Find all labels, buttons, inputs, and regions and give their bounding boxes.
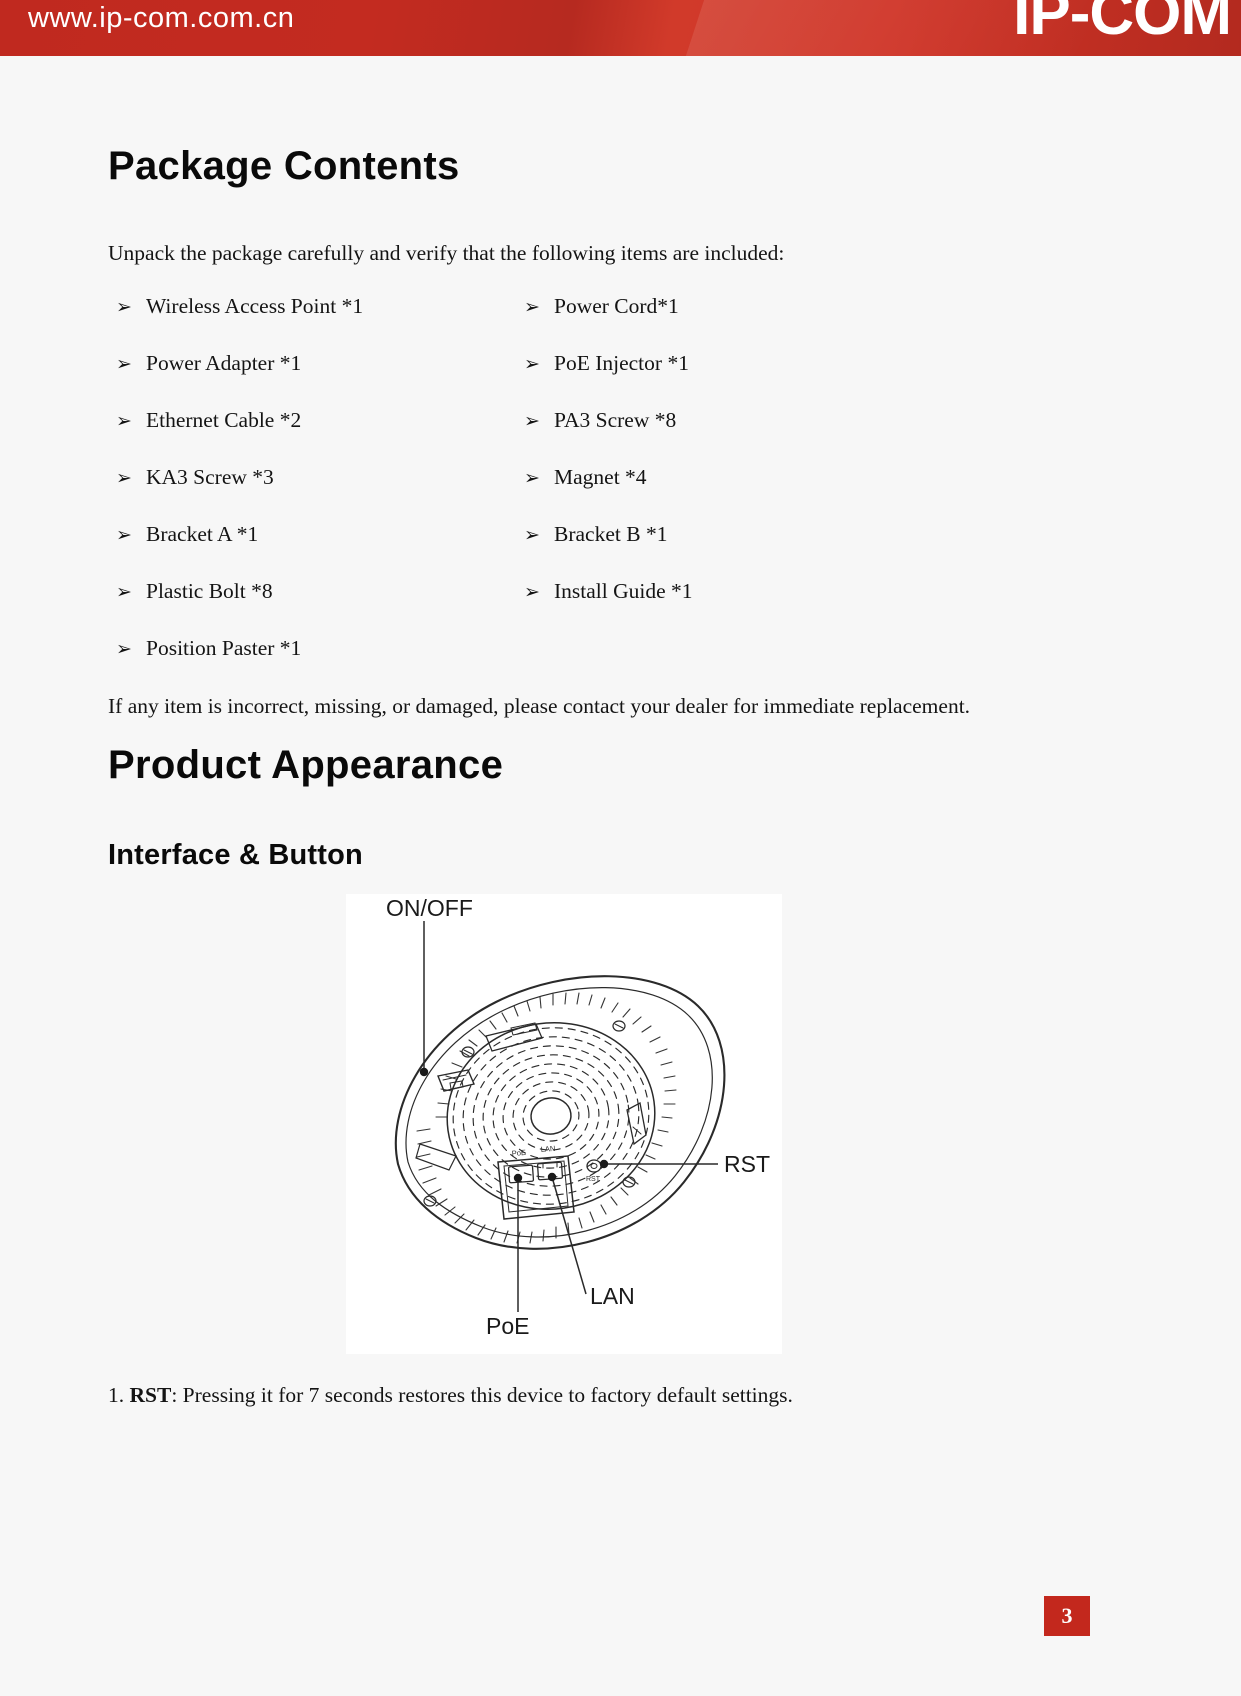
arrow-bullet-icon: ➢ [116, 524, 132, 546]
list-item: ➢ Wireless Access Point *1 [116, 294, 536, 351]
note-rst: 1. RST: Pressing it for 7 seconds restor… [108, 1383, 793, 1408]
list-item-label: Install Guide *1 [554, 579, 693, 603]
list-item: ➢ PA3 Screw *8 [524, 408, 944, 465]
list-item: ➢ Bracket B *1 [524, 522, 944, 579]
list-item: ➢ Position Paster *1 [116, 636, 536, 693]
list-item: ➢ Power Cord*1 [524, 294, 944, 351]
list-item: ➢ KA3 Screw *3 [116, 465, 536, 522]
note-number: 1. [108, 1383, 125, 1407]
list-item: ➢ Plastic Bolt *8 [116, 579, 536, 636]
list-item-label: Bracket A *1 [146, 522, 259, 546]
arrow-bullet-icon: ➢ [524, 296, 540, 318]
list-item-label: Wireless Access Point *1 [146, 294, 364, 318]
paragraph-replacement-notice: If any item is incorrect, missing, or da… [108, 694, 971, 718]
callout-label-on-off: ON/OFF [386, 895, 473, 921]
note-text: : Pressing it for 7 seconds restores thi… [171, 1383, 793, 1407]
package-items-right-column: ➢ Power Cord*1 ➢ PoE Injector *1 ➢ PA3 S… [524, 294, 944, 636]
heading-product-appearance: Product Appearance [108, 743, 504, 787]
arrow-bullet-icon: ➢ [116, 353, 132, 375]
device-label-rst: RST [586, 1176, 601, 1183]
list-item-label: Magnet *4 [554, 465, 647, 489]
header-website-url: www.ip-com.com.cn [28, 2, 295, 34]
list-item: ➢ Install Guide *1 [524, 579, 944, 636]
list-item-label: KA3 Screw *3 [146, 465, 274, 489]
callout-label-lan: LAN [590, 1283, 635, 1309]
list-item: ➢ Power Adapter *1 [116, 351, 536, 408]
arrow-bullet-icon: ➢ [524, 581, 540, 603]
product-appearance-figure: PoE LAN RST ON/OFF RST LAN PoE [346, 894, 782, 1354]
note-keyword: RST [129, 1383, 172, 1407]
paragraph-intro: Unpack the package carefully and verify … [108, 241, 785, 265]
list-item-label: Bracket B *1 [554, 522, 668, 546]
list-item-label: PA3 Screw *8 [554, 408, 677, 432]
page-header: www.ip-com.com.cn IP-COM [0, 0, 1241, 56]
list-item-label: Plastic Bolt *8 [146, 579, 273, 603]
arrow-bullet-icon: ➢ [116, 410, 132, 432]
list-item: ➢ Magnet *4 [524, 465, 944, 522]
list-item: ➢ PoE Injector *1 [524, 351, 944, 408]
arrow-bullet-icon: ➢ [524, 410, 540, 432]
arrow-bullet-icon: ➢ [116, 467, 132, 489]
device-label-poe: PoE [511, 1148, 526, 1158]
list-item: ➢ Ethernet Cable *2 [116, 408, 536, 465]
arrow-bullet-icon: ➢ [116, 296, 132, 318]
arrow-bullet-icon: ➢ [524, 524, 540, 546]
arrow-bullet-icon: ➢ [524, 467, 540, 489]
list-item-label: Ethernet Cable *2 [146, 408, 302, 432]
package-items-left-column: ➢ Wireless Access Point *1 ➢ Power Adapt… [116, 294, 536, 693]
arrow-bullet-icon: ➢ [116, 581, 132, 603]
callout-label-rst: RST [724, 1151, 770, 1177]
page-number-badge: 3 [1044, 1596, 1090, 1636]
list-item: ➢ Bracket A *1 [116, 522, 536, 579]
arrow-bullet-icon: ➢ [116, 638, 132, 660]
list-item-label: PoE Injector *1 [554, 351, 689, 375]
arrow-bullet-icon: ➢ [524, 353, 540, 375]
list-item-label: Power Adapter *1 [146, 351, 302, 375]
device-label-lan: LAN [540, 1144, 555, 1154]
heading-interface-button: Interface & Button [108, 839, 363, 871]
heading-package-contents: Package Contents [108, 144, 460, 188]
ip-com-logo: IP-COM [1013, 0, 1232, 48]
document-page: Package Contents Unpack the package care… [0, 56, 1241, 1696]
callout-label-poe: PoE [486, 1313, 529, 1339]
list-item-label: Position Paster *1 [146, 636, 302, 660]
list-item-label: Power Cord*1 [554, 294, 679, 318]
